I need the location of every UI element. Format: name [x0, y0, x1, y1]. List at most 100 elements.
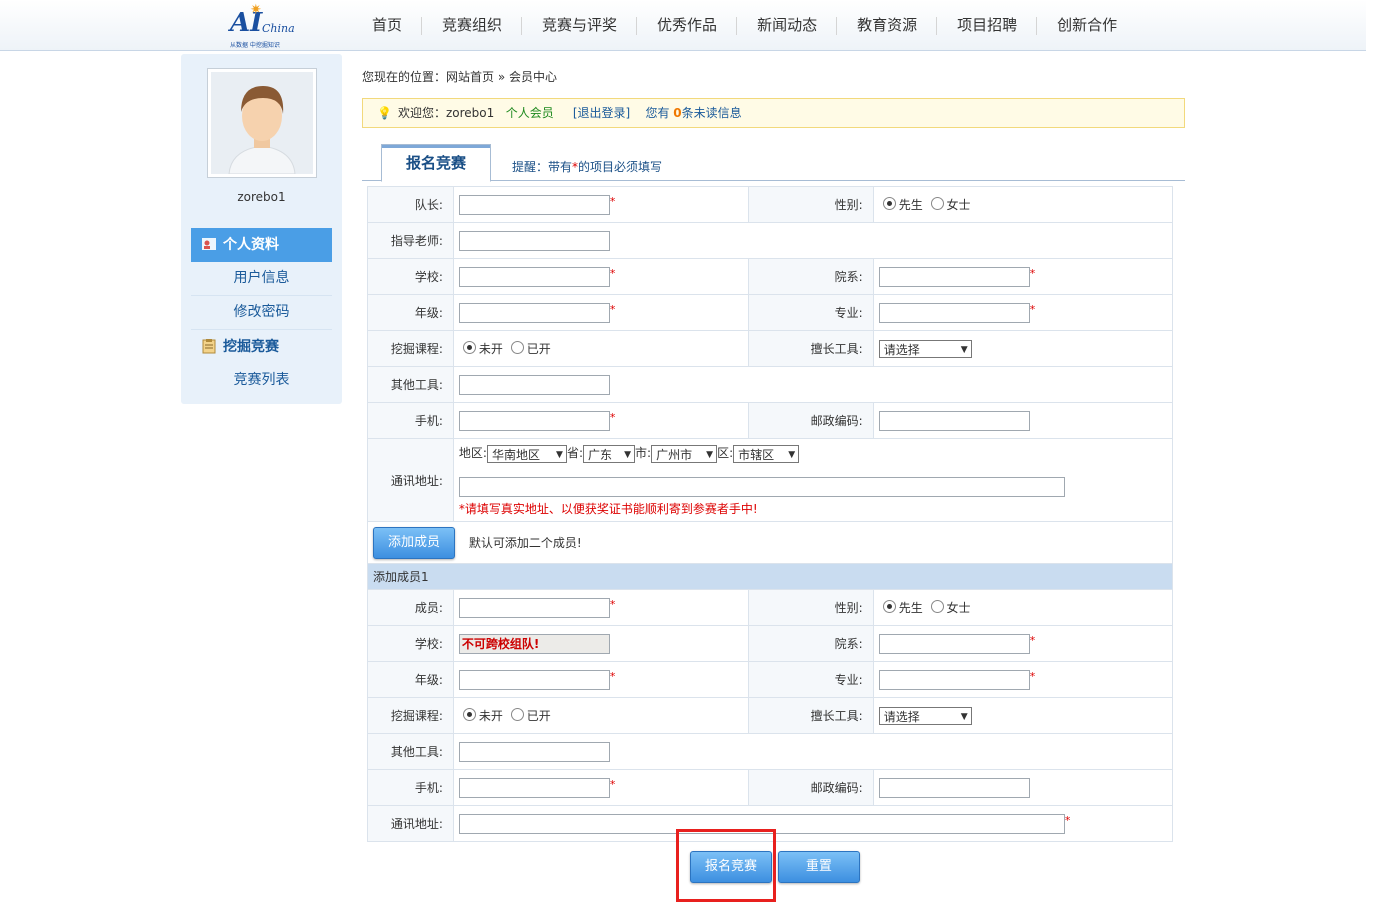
logout-link[interactable]: [退出登录] — [573, 106, 630, 120]
city-select[interactable]: 广州市 ▼ — [651, 444, 718, 463]
table-row: 手机: * 邮政编码: — [367, 402, 1174, 439]
reset-button[interactable]: 重置 — [777, 851, 860, 883]
sidebar-item-change-password[interactable]: 修改密码 — [191, 296, 332, 330]
breadcrumb-home[interactable]: 网站首页 — [446, 70, 494, 84]
member-course-label: 挖掘课程: — [367, 697, 454, 734]
gender-male-radio[interactable] — [882, 197, 896, 210]
member-other-tools-label: 其他工具: — [367, 733, 454, 770]
leader-input[interactable] — [458, 194, 610, 215]
major-label: 专业: — [748, 294, 874, 331]
school-input[interactable] — [458, 266, 610, 287]
course-not-open-radio[interactable] — [462, 341, 476, 354]
nav-news[interactable]: 新闻动态 — [737, 0, 838, 50]
nav-competition-awards[interactable]: 竞赛与评奖 — [522, 0, 638, 50]
member-course-not-open-label: 未开 — [478, 709, 503, 723]
member-course-opened-radio[interactable] — [510, 708, 524, 721]
member-gender-male-radio[interactable] — [882, 600, 896, 613]
user-profile-icon — [201, 231, 217, 250]
region-select[interactable]: 华南地区 ▼ — [486, 444, 567, 463]
province-value: 广东 — [588, 447, 613, 462]
grade-input[interactable] — [458, 302, 610, 323]
gender-male-label: 先生 — [898, 198, 923, 212]
dropdown-arrow-icon: ▼ — [788, 449, 796, 460]
course-opened-radio[interactable] — [510, 341, 524, 354]
required-tip: 提醒：带有*的项目必须填写 — [512, 158, 662, 175]
gender-female-radio[interactable] — [930, 197, 944, 210]
course-label: 挖掘课程: — [367, 330, 454, 367]
dropdown-arrow-icon: ▼ — [556, 449, 563, 460]
major-input[interactable] — [878, 302, 1030, 323]
unread-messages-link[interactable]: 条未读信息 — [682, 106, 742, 120]
dept-input[interactable] — [878, 266, 1030, 287]
member-dept-input[interactable] — [878, 633, 1030, 654]
welcome-bar: 💡 欢迎您：zorebo1 个人会员 [退出登录] 您有 0条未读信息 — [362, 98, 1185, 128]
sidebar-section-competition[interactable]: 挖掘竞赛 — [191, 330, 332, 364]
table-row: 添加成员1 — [367, 563, 1173, 590]
unread-prefix: 您有 — [645, 106, 670, 120]
site-logo[interactable]: AI ✷ China 从数据 中挖掘知识 — [228, 2, 298, 49]
other-tools-input[interactable] — [458, 374, 610, 395]
member-school-label: 学校: — [367, 625, 454, 662]
tools-select[interactable]: 请选择 ▼ — [878, 339, 972, 358]
breadcrumb-sep: » — [497, 70, 506, 84]
gender-label: 性别: — [748, 186, 874, 223]
sidebar-section-profile[interactable]: 个人资料 — [191, 228, 332, 262]
sidebar-section-competition-label: 挖掘竞赛 — [223, 339, 279, 355]
table-row: 添加成员 默认可添加二个成员! — [367, 521, 1173, 564]
district-value: 市辖区 — [738, 447, 775, 462]
city-label: 市: — [635, 446, 652, 461]
province-select[interactable]: 广东 ▼ — [583, 444, 636, 463]
member-label: 成员: — [367, 589, 454, 626]
member-zip-input[interactable] — [878, 777, 1030, 798]
table-row: 挖掘课程: 未开 已开 擅长工具: 请选择 ▼ — [367, 697, 1174, 734]
address-input[interactable] — [458, 476, 1065, 497]
nav-education[interactable]: 教育资源 — [837, 0, 938, 50]
member-phone-input[interactable] — [458, 777, 610, 798]
advisor-input[interactable] — [458, 230, 610, 251]
city-value: 广州市 — [656, 447, 693, 462]
district-select[interactable]: 市辖区 ▼ — [733, 444, 800, 463]
member-other-tools-input[interactable] — [458, 741, 610, 762]
required-star: * — [1029, 669, 1036, 683]
required-star: * — [609, 302, 616, 316]
tip-prefix: 提醒：带有 — [512, 160, 573, 174]
sidebar-item-competition-list[interactable]: 竞赛列表 — [191, 364, 332, 397]
table-row: 年级: * 专业: * — [367, 661, 1174, 698]
breadcrumb-current: 会员中心 — [509, 70, 558, 84]
tab-bar: 报名竞赛 提醒：带有*的项目必须填写 — [362, 144, 1185, 182]
table-row: 成员: * 性别: 先生 女士 — [367, 589, 1174, 626]
gender-female-label: 女士 — [946, 198, 971, 212]
tab-register-competition[interactable]: 报名竞赛 — [381, 144, 491, 182]
required-star: * — [609, 194, 616, 208]
nav-competition-org[interactable]: 竞赛组织 — [422, 0, 523, 50]
phone-input[interactable] — [458, 410, 610, 431]
main-nav: 首页 竞赛组织 竞赛与评奖 优秀作品 新闻动态 教育资源 项目招聘 创新合作 — [352, 0, 1137, 50]
advisor-label: 指导老师: — [367, 222, 454, 259]
sidebar: zorebo1 个人资料 用户信息 修改密码 挖掘竞赛 竞赛列表 — [181, 54, 342, 404]
member-course-not-open-radio[interactable] — [462, 708, 476, 721]
member-major-label: 专业: — [748, 661, 874, 698]
school-label: 学校: — [367, 258, 454, 295]
unread-count: 0 — [673, 106, 682, 120]
add-member-button[interactable]: 添加成员 — [373, 526, 455, 559]
nav-excellent-works[interactable]: 优秀作品 — [637, 0, 738, 50]
member-course-opened-label: 已开 — [526, 709, 551, 723]
nav-recruitment[interactable]: 项目招聘 — [937, 0, 1038, 50]
table-row: 通讯地址: 地区: 华南地区 ▼ 省: 广东 ▼ 市: 广州市 ▼ 区: 市辖区 ▼ *请填写真实地址… — [367, 438, 1174, 522]
sidebar-item-user-info[interactable]: 用户信息 — [191, 262, 332, 296]
zip-input[interactable] — [878, 410, 1030, 431]
required-star: * — [609, 777, 616, 791]
member-tools-select[interactable]: 请选择 ▼ — [878, 706, 972, 725]
member-grade-input[interactable] — [458, 669, 610, 690]
nav-home[interactable]: 首页 — [352, 0, 423, 50]
member-name-input[interactable] — [458, 597, 610, 618]
member-gender-radio-group: 先生 女士 — [872, 589, 1174, 626]
zip-label: 邮政编码: — [748, 402, 874, 439]
tip-suffix: 的项目必须填写 — [578, 160, 663, 174]
nav-cooperation[interactable]: 创新合作 — [1037, 0, 1137, 50]
member-gender-female-radio[interactable] — [930, 600, 944, 613]
table-row: 指导老师: — [367, 222, 1174, 259]
district-label: 区: — [717, 446, 734, 461]
course-not-open-label: 未开 — [478, 342, 503, 356]
member-major-input[interactable] — [878, 669, 1030, 690]
